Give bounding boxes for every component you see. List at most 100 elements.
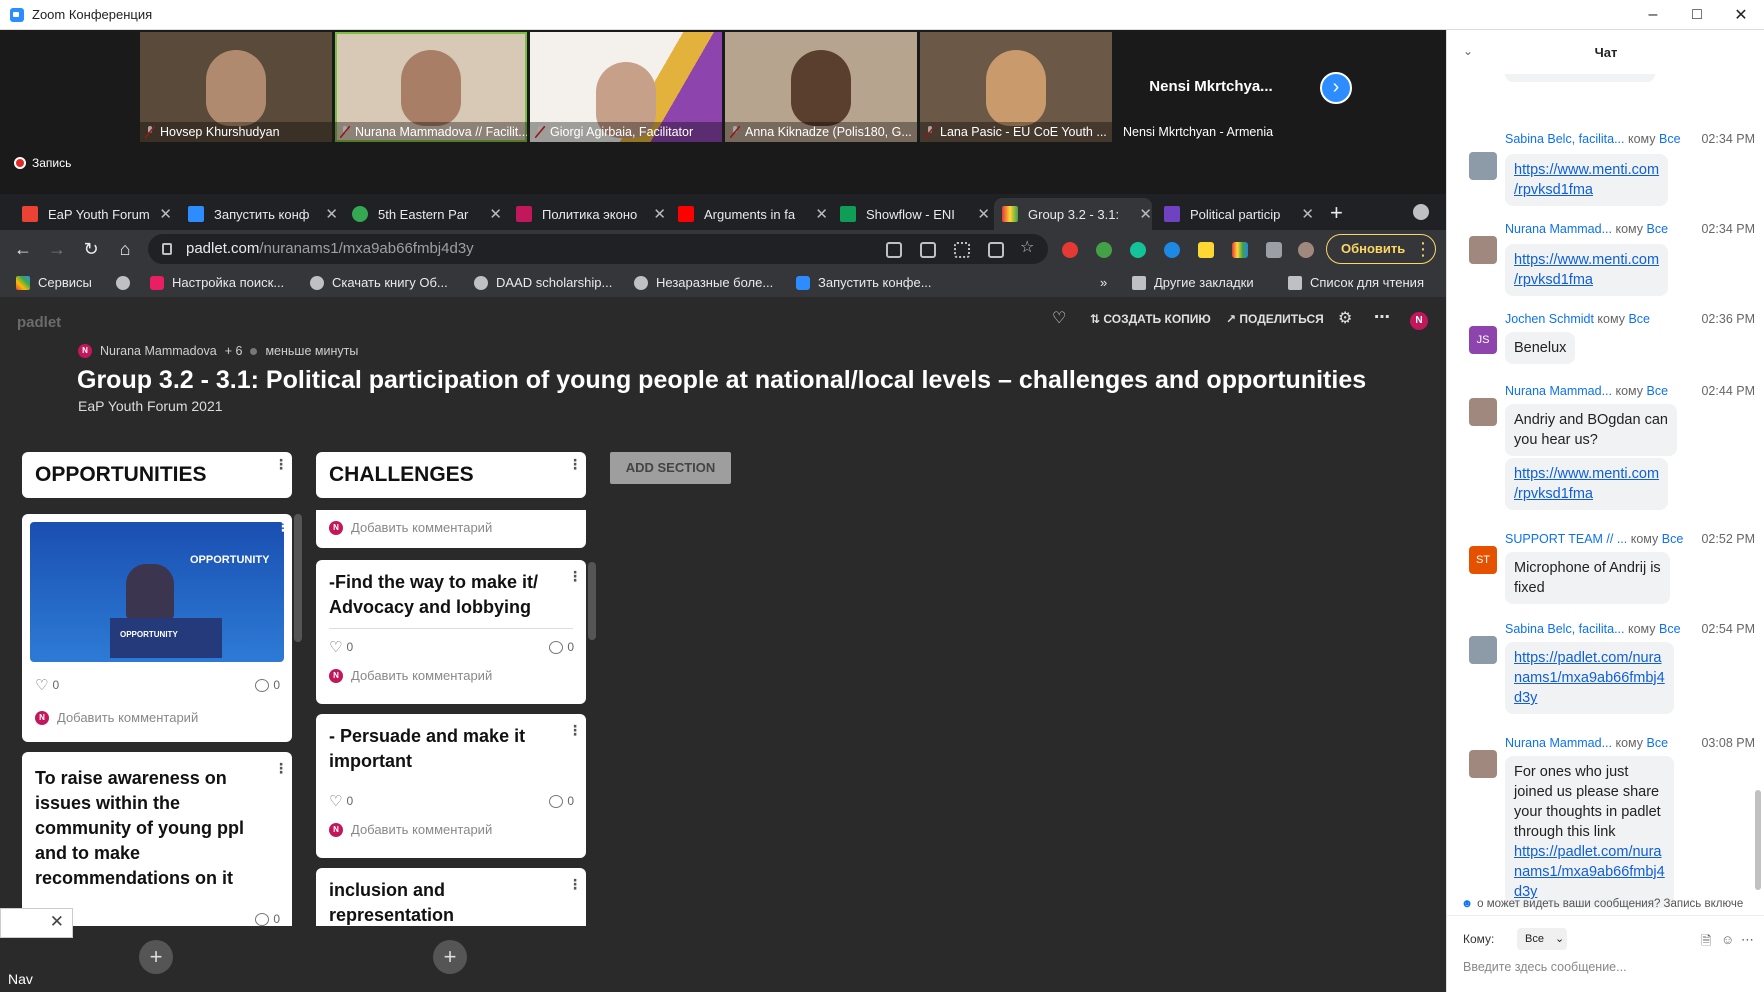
padlet-logo[interactable]: padlet <box>17 314 61 331</box>
reading-list[interactable]: Список для чтения <box>1288 268 1424 298</box>
more-icon[interactable]: ⋯ <box>1741 932 1754 948</box>
add-post-button[interactable]: + <box>433 940 467 974</box>
add-comment[interactable]: N Добавить комментарий <box>329 822 492 837</box>
message-link[interactable]: nams1/mxa9ab66fmbj4 <box>1514 864 1665 880</box>
open-external-icon[interactable] <box>988 242 1004 258</box>
menu-kebab-icon[interactable]: ⋮ <box>1410 236 1436 262</box>
browser-tab-active[interactable]: Group 3.2 - 3.1: ✕ <box>994 198 1152 230</box>
sender-name[interactable]: Sabina Belc, facilita... <box>1505 622 1625 636</box>
bookmark-apps[interactable]: Сервисы <box>16 268 92 298</box>
tab-close-icon[interactable]: ✕ <box>1301 205 1314 223</box>
browser-tab[interactable]: Запустить конф ✕ <box>180 198 338 230</box>
star-icon[interactable]: ☆ <box>1020 240 1036 256</box>
extension-icon[interactable] <box>1096 242 1112 258</box>
home-icon[interactable]: ⌂ <box>112 236 138 262</box>
chat-scrollbar[interactable] <box>1755 790 1761 890</box>
message-link[interactable]: https://www.menti.com <box>1514 252 1659 268</box>
minimize-icon[interactable]: – <box>1630 0 1676 30</box>
next-page-button[interactable]: › <box>1320 72 1352 104</box>
message-link[interactable]: nams1/mxa9ab66fmbj4 <box>1514 670 1665 686</box>
bookmark-item[interactable]: Незаразные боле... <box>634 268 773 298</box>
post-menu-icon[interactable]: ⋮ <box>568 877 582 891</box>
recipient-select[interactable]: Все ⌄ <box>1517 928 1567 950</box>
tab-close-icon[interactable]: ✕ <box>1139 205 1152 223</box>
post-menu-icon[interactable]: ⋮ <box>276 519 290 533</box>
adblock-icon[interactable] <box>1062 242 1078 258</box>
chat-messages[interactable]: Sabina Belc, facilita... кому Все 02:34 … <box>1447 74 1764 914</box>
message-link[interactable]: /rpvksd1fma <box>1514 272 1593 288</box>
tab-close-icon[interactable]: ✕ <box>977 205 990 223</box>
browser-tab[interactable]: 5th Eastern Par ✕ <box>344 198 502 230</box>
close-icon[interactable]: ✕ <box>1718 0 1764 30</box>
tab-search-icon[interactable] <box>1413 204 1429 220</box>
more-bookmarks-icon[interactable]: » <box>1100 268 1107 298</box>
cast-icon[interactable] <box>920 242 936 258</box>
user-avatar[interactable]: N <box>1410 312 1428 330</box>
message-link[interactable]: https://www.menti.com <box>1514 466 1659 482</box>
comment-count[interactable]: 0 <box>549 794 574 808</box>
tab-close-icon[interactable]: ✕ <box>325 205 338 223</box>
browser-tab[interactable]: Showflow - ENI ✕ <box>832 198 990 230</box>
video-tile[interactable]: Nurana Mammadova // Facilit... <box>335 32 527 142</box>
browser-tab[interactable]: Политика эконо ✕ <box>508 198 666 230</box>
message-link[interactable]: https://padlet.com/nura <box>1514 650 1662 666</box>
add-comment[interactable]: N Добавить комментарий <box>35 710 198 725</box>
post-card[interactable]: -Find the way to make it/ Advocacy and l… <box>316 560 586 704</box>
bookmark-item[interactable]: DAAD scholarship... <box>474 268 612 298</box>
recording-indicator[interactable]: Запись <box>14 156 71 170</box>
emoji-icon[interactable]: ☺ <box>1721 932 1734 947</box>
profile-avatar[interactable] <box>1298 242 1314 258</box>
message-link[interactable]: https://www.menti.com <box>1514 162 1659 178</box>
sender-name[interactable]: Sabina Belc, facilita... <box>1505 132 1625 146</box>
bookmark-folder-other[interactable]: Другие закладки <box>1132 268 1254 298</box>
post-card[interactable]: N Добавить комментарий <box>316 510 586 548</box>
message-link[interactable]: d3y <box>1514 690 1537 706</box>
message-link[interactable]: https://padlet.com/nura <box>1514 844 1662 860</box>
message-link[interactable]: /rpvksd1fma <box>1514 182 1593 198</box>
post-menu-icon[interactable]: ⋮ <box>568 723 582 737</box>
add-post-button[interactable]: + <box>139 940 173 974</box>
color-extension-icon[interactable] <box>1232 242 1248 258</box>
sender-name[interactable]: Jochen Schmidt <box>1505 312 1594 326</box>
message-link[interactable]: /rpvksd1fma <box>1514 486 1593 502</box>
people-extension-icon[interactable] <box>1164 242 1180 258</box>
like-button[interactable]: ♡ 0 <box>35 676 59 694</box>
add-comment[interactable]: N Добавить комментарий <box>329 520 492 535</box>
bookmark-item[interactable]: Скачать книгу Об... <box>310 268 448 298</box>
back-icon[interactable]: ← <box>10 236 36 262</box>
browser-tab[interactable]: EaP Youth Forum ✕ <box>14 198 172 230</box>
copy-button[interactable]: ⇅ СОЗДАТЬ КОПИЮ <box>1090 312 1211 326</box>
post-card[interactable]: - Persuade and make it important ⋮ ♡ 0 0 … <box>316 714 586 858</box>
file-icon[interactable]: 🗎 <box>1701 932 1711 954</box>
video-tile[interactable]: Nensi Mkrtchya... Nensi Mkrtchyan - Arme… <box>1115 32 1307 142</box>
bookmark-item[interactable] <box>116 268 138 298</box>
settings-gear-icon[interactable]: ⚙ <box>1338 308 1352 328</box>
tab-close-icon[interactable]: ✕ <box>815 205 828 223</box>
tab-close-icon[interactable]: ✕ <box>489 205 502 223</box>
post-menu-icon[interactable]: ⋮ <box>568 569 582 583</box>
close-icon[interactable]: ✕ <box>50 912 64 932</box>
sender-name[interactable]: SUPPORT TEAM // ... <box>1505 532 1627 546</box>
section-menu-icon[interactable]: ⋮ <box>568 457 582 471</box>
sender-name[interactable]: Nurana Mammad... <box>1505 384 1612 398</box>
grammarly-icon[interactable] <box>1130 242 1146 258</box>
address-bar[interactable]: padlet.com/nuranams1/mxa9ab66fmbj4d3y <box>148 234 1048 264</box>
bookmark-item[interactable]: Запустить конфе... <box>796 268 932 298</box>
video-tile[interactable]: Lana Pasic - EU CoE Youth ... <box>920 32 1112 142</box>
post-menu-icon[interactable]: ⋮ <box>274 761 288 775</box>
like-button[interactable]: ♡ 0 <box>329 638 353 656</box>
browser-tab[interactable]: Political particip ✕ <box>1156 198 1314 230</box>
post-card[interactable]: OPPORTUNITY OPPORTUNITY ⋮ ♡ 0 0 N Добавить… <box>22 514 292 742</box>
add-section-button[interactable]: ADD SECTION <box>610 452 731 484</box>
heart-icon[interactable]: ♡ <box>1052 308 1066 328</box>
like-button[interactable]: ♡ 0 <box>329 792 353 810</box>
chat-privacy-notice[interactable]: ☻ о может видеть ваши сообщения? Запись в… <box>1447 892 1764 916</box>
tab-close-icon[interactable]: ✕ <box>653 205 666 223</box>
qr-icon[interactable] <box>954 242 970 258</box>
new-tab-button[interactable]: + <box>1330 200 1343 226</box>
video-tile[interactable]: Hovsep Khurshudyan <box>140 32 332 142</box>
bookmark-item[interactable]: Настройка поиск... <box>150 268 284 298</box>
comment-count[interactable]: 0 <box>255 678 280 692</box>
maximize-icon[interactable]: □ <box>1674 0 1720 30</box>
browser-tab[interactable]: Arguments in fa ✕ <box>670 198 828 230</box>
